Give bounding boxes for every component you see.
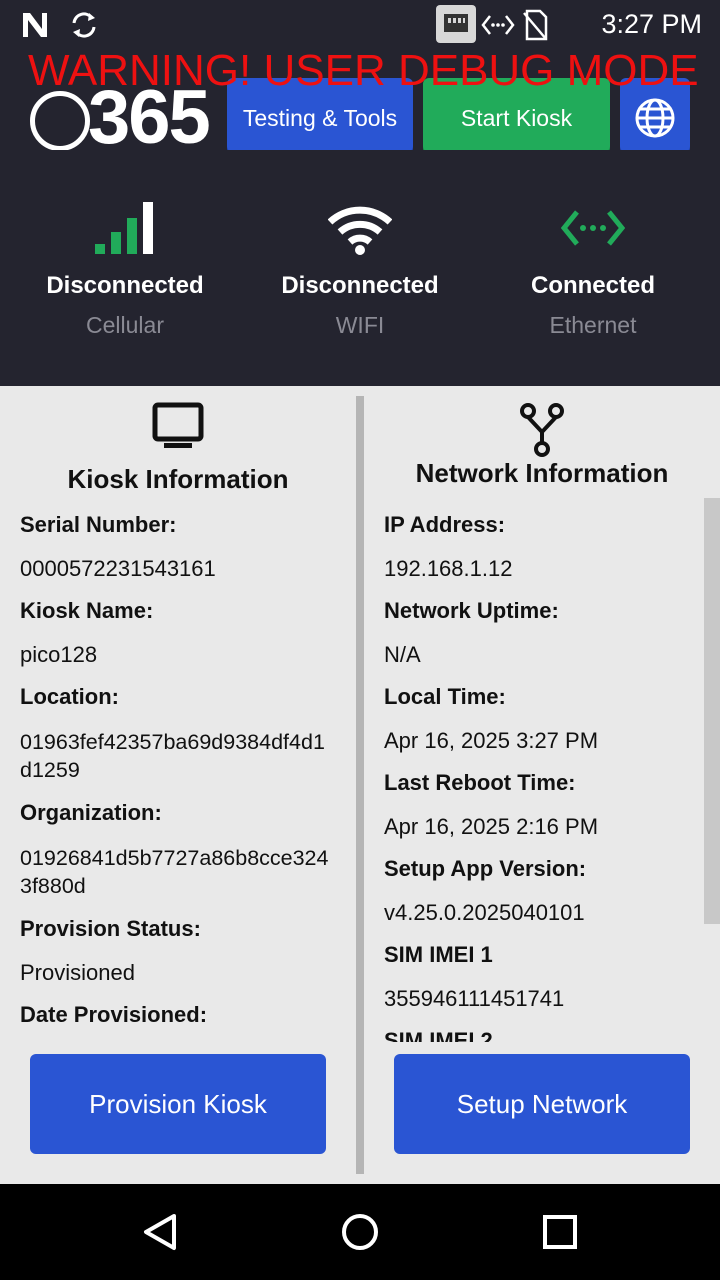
app-version-value: v4.25.0.2025040101 (384, 900, 585, 925)
ethernet-port-icon (436, 5, 476, 43)
sim-imei2-label: SIM IMEI 2 (384, 1028, 493, 1042)
ethernet-arrows-icon (481, 15, 515, 35)
location-value: 01963fef42357ba69d9384df4d1d1259 (20, 730, 325, 782)
ethernet-status: Connected Ethernet (473, 198, 713, 339)
network-fields-scroll[interactable]: IP Address: 192.168.1.12 Network Uptime:… (364, 512, 704, 1042)
ethernet-icon (561, 210, 625, 246)
ethernet-label: Ethernet (549, 312, 637, 338)
ip-address-label: IP Address: (384, 512, 506, 537)
cellular-status: Disconnected Cellular (5, 198, 245, 339)
organization-value: 01926841d5b7727a86b8cce3243f880d (20, 846, 329, 898)
monitor-icon (152, 402, 204, 448)
ethernet-state: Connected (530, 272, 655, 299)
network-info-column: Network Information IP Address: 192.168.… (364, 386, 720, 1042)
wifi-icon (328, 206, 392, 255)
last-reboot-label: Last Reboot Time: (384, 770, 576, 795)
provision-status-label: Provision Status: (20, 916, 201, 941)
kiosk-name-label: Kiosk Name: (20, 598, 154, 623)
sim-imei1-label: SIM IMEI 1 (384, 942, 493, 967)
column-divider (356, 396, 364, 1174)
logo-ring (30, 91, 90, 151)
info-panel: Kiosk Information Serial Number: 0000572… (0, 386, 720, 1184)
ip-address-value: 192.168.1.12 (384, 556, 513, 581)
kiosk-fields: Serial Number: 0000572231543161 Kiosk Na… (0, 512, 356, 1028)
cellular-signal-icon (95, 202, 153, 254)
last-reboot-value: Apr 16, 2025 2:16 PM (384, 814, 599, 839)
local-time-value: Apr 16, 2025 3:27 PM (384, 728, 599, 753)
provision-kiosk-button[interactable]: Provision Kiosk (30, 1054, 326, 1154)
network-fields: IP Address: 192.168.1.12 Network Uptime:… (364, 512, 704, 1042)
setup-network-button[interactable]: Setup Network (394, 1054, 690, 1154)
wifi-state: Disconnected (281, 272, 439, 299)
network-uptime-value: N/A (384, 642, 421, 667)
sync-icon (72, 12, 96, 38)
clock: 3:27 PM (601, 9, 702, 39)
network-info-title: Network Information (415, 458, 669, 488)
kiosk-name-value: pico128 (20, 642, 98, 667)
home-icon[interactable] (340, 1212, 380, 1252)
recents-icon[interactable] (542, 1214, 578, 1250)
network-scrollbar[interactable] (704, 498, 720, 924)
cellular-state: Disconnected (46, 272, 204, 299)
cellular-label: Cellular (86, 312, 164, 338)
serial-number-value: 0000572231543161 (20, 556, 216, 581)
date-provisioned-label: Date Provisioned: (20, 1002, 208, 1027)
back-icon[interactable] (140, 1212, 180, 1252)
kiosk-info-column: Kiosk Information Serial Number: 0000572… (0, 386, 356, 1027)
globe-icon (635, 98, 675, 138)
network-fork-icon (520, 403, 564, 457)
wifi-status: Disconnected WIFI (240, 198, 480, 339)
debug-warning: WARNING! USER DEBUG MODE (28, 46, 699, 95)
sim-imei1-value: 355946111451741 (384, 986, 565, 1011)
wifi-label: WIFI (335, 312, 385, 338)
app-version-label: Setup App Version: (384, 856, 587, 881)
local-time-label: Local Time: (384, 684, 506, 709)
serial-number-label: Serial Number: (20, 512, 177, 537)
organization-label: Organization: (20, 800, 162, 825)
no-sim-icon (523, 9, 548, 41)
status-bar: 3:27 PM (0, 0, 720, 50)
network-uptime-label: Network Uptime: (384, 598, 559, 623)
provision-status-value: Provisioned (20, 960, 135, 985)
android-nav-bar (0, 1184, 720, 1280)
app-logo: 365 (30, 75, 220, 160)
location-label: Location: (20, 684, 119, 709)
kiosk-info-title: Kiosk Information (67, 464, 289, 494)
connectivity-panel: Disconnected Cellular Disconnected WIFI … (0, 150, 720, 386)
notification-n-icon (23, 13, 47, 37)
